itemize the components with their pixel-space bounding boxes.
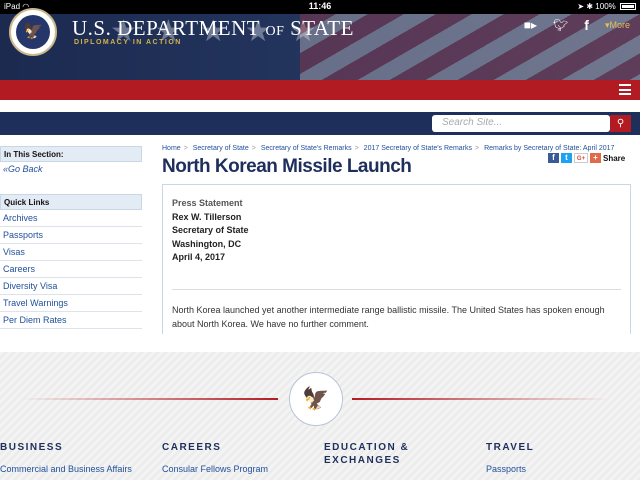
tagline: DIPLOMACY IN ACTION (74, 39, 182, 46)
brand-main: U.S. DEPARTMENT (72, 16, 260, 40)
breadcrumb-april-2017[interactable]: Remarks by Secretary of State: April 201… (484, 145, 614, 152)
article-meta: Press Statement Rex W. Tillerson Secreta… (172, 197, 249, 265)
more-share-icon[interactable]: + (590, 153, 601, 163)
site-title-link[interactable]: U.S. DEPARTMENT OF STATE (72, 16, 354, 41)
brand-of: OF (265, 24, 285, 39)
search-icon: ⚲ (616, 118, 625, 129)
breadcrumb-secretary[interactable]: Secretary of State (193, 145, 249, 152)
quick-link-visas[interactable]: Visas (0, 244, 142, 261)
eagle-icon: 🦅 (16, 15, 50, 49)
video-icon[interactable]: ■▸ (524, 18, 537, 32)
in-this-section-heading: In This Section: (0, 146, 142, 162)
footer-heading-travel[interactable]: TRAVEL (486, 441, 534, 454)
search-input[interactable]: Search Site... (432, 115, 610, 132)
breadcrumb: Home > Secretary of State > Secretary of S… (162, 145, 615, 152)
author-role: Secretary of State (172, 225, 249, 235)
quick-link-passports[interactable]: Passports (0, 227, 142, 244)
breadcrumb-remarks[interactable]: Secretary of State's Remarks (261, 145, 352, 152)
clock: 11:46 (308, 1, 332, 11)
go-back-link[interactable]: «Go Back (3, 164, 43, 174)
footer-link-commercial[interactable]: Commercial and Business Affairs (0, 464, 132, 474)
status-bar: iPad ◠ 11:46 ➤ ✱ 100% (0, 0, 640, 14)
share-bar: f t G+ + Share (548, 153, 625, 163)
footer-heading-education[interactable]: EDUCATION & EXCHANGES (324, 441, 409, 467)
footer-seal-icon: 🦅 (289, 372, 343, 426)
battery-icon (620, 3, 636, 11)
footer-link-consular-fellows[interactable]: Consular Fellows Program (162, 464, 268, 474)
facebook-share-icon[interactable]: f (548, 153, 559, 163)
quick-link-archives[interactable]: Archives (0, 210, 142, 227)
google-plus-share-icon[interactable]: G+ (574, 153, 588, 163)
statement-date: April 4, 2017 (172, 252, 226, 262)
footer-divider-right (352, 398, 610, 400)
location-icon: ➤ (577, 2, 585, 11)
quick-links-heading: Quick Links (0, 194, 142, 210)
quick-link-careers[interactable]: Careers (0, 261, 142, 278)
divider (172, 289, 621, 290)
footer-heading-careers[interactable]: CAREERS (162, 441, 221, 454)
author-name: Rex W. Tillerson (172, 211, 242, 222)
footer-divider-left (20, 398, 278, 400)
statement-type: Press Statement (172, 198, 243, 208)
brand-end: STATE (290, 16, 354, 40)
quick-links-list: Archives Passports Visas Careers Diversi… (0, 210, 142, 329)
footer-heading-business[interactable]: BUSINESS (0, 441, 63, 454)
nav-bar (0, 80, 640, 100)
twitter-icon[interactable]: 🐦︎ (553, 18, 568, 32)
breadcrumb-2017-remarks[interactable]: 2017 Secretary of State's Remarks (364, 145, 472, 152)
breadcrumb-home[interactable]: Home (162, 145, 181, 152)
more-menu-button[interactable]: ▾More (605, 20, 630, 31)
social-links: ■▸ 🐦︎ f ▾More (524, 17, 630, 33)
hamburger-menu-icon[interactable] (619, 84, 631, 95)
search-button[interactable]: ⚲ (610, 115, 631, 132)
page-title: North Korean Missile Launch (162, 156, 412, 177)
battery-status: ➤ ✱ 100% (577, 2, 636, 11)
footer-link-passports[interactable]: Passports (486, 464, 526, 474)
article-body: North Korea launched yet another interme… (172, 305, 605, 329)
twitter-share-icon[interactable]: t (561, 153, 572, 163)
facebook-icon[interactable]: f (584, 17, 589, 33)
quick-link-per-diem-rates[interactable]: Per Diem Rates (0, 312, 142, 329)
statement-location: Washington, DC (172, 238, 242, 249)
quick-link-travel-warnings[interactable]: Travel Warnings (0, 295, 142, 312)
bluetooth-icon: ✱ (586, 2, 594, 11)
department-seal-logo[interactable]: 🦅 (9, 8, 57, 56)
quick-link-diversity-visa[interactable]: Diversity Visa (0, 278, 142, 295)
share-label[interactable]: Share (603, 154, 625, 163)
